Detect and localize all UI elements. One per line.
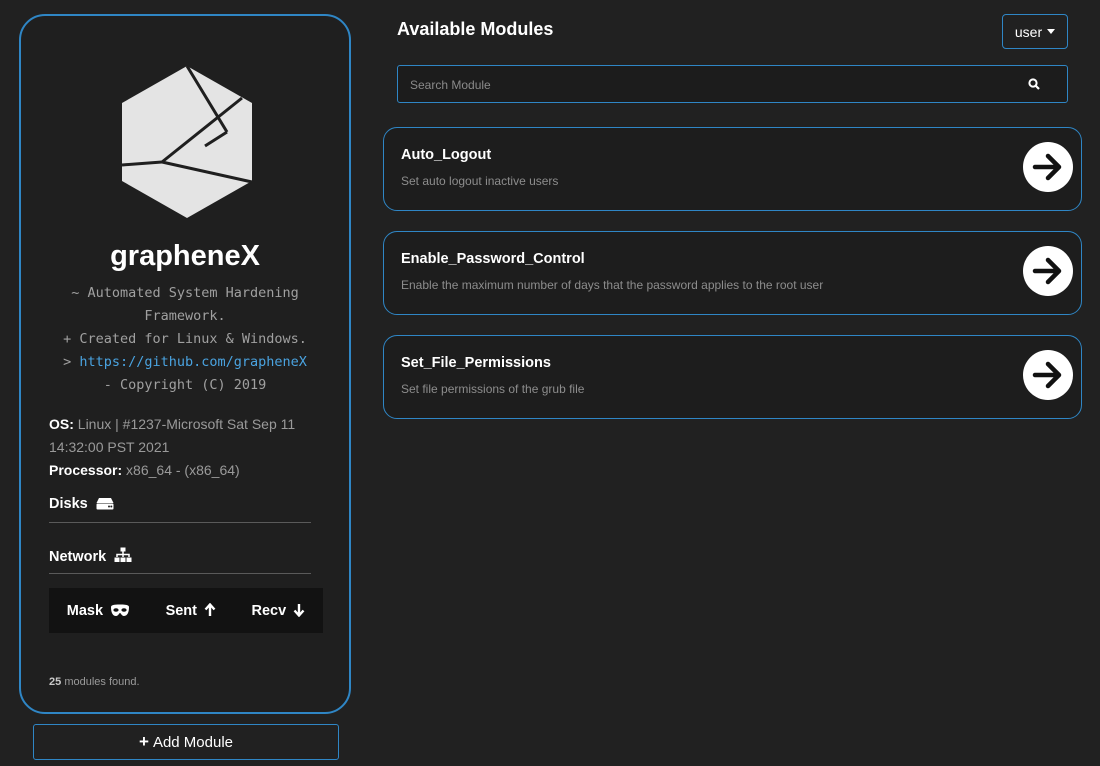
arrow-right-circle-icon[interactable] (1023, 142, 1073, 192)
processor-value: x86_64 - (x86_64) (126, 462, 240, 478)
sent-label: Sent (165, 602, 197, 619)
module-name: Auto_Logout (401, 147, 492, 163)
github-link[interactable]: https://github.com/grapheneX (79, 354, 307, 370)
hexagon-logo-icon (121, 65, 253, 218)
copyright-text: - Copyright (C) 2019 (103, 377, 267, 393)
search-icon[interactable] (1028, 78, 1040, 90)
module-name: Set_File_Permissions (401, 355, 551, 371)
module-description: Enable the maximum number of days that t… (401, 278, 824, 292)
arrow-down-icon (293, 603, 305, 617)
caret-down-icon (1047, 29, 1056, 34)
network-label: Network (49, 549, 107, 565)
tagline-prefix: > (63, 354, 72, 370)
os-label: OS: (49, 416, 74, 432)
arrow-right-circle-icon[interactable] (1023, 350, 1073, 400)
user-label: user (1014, 23, 1043, 40)
tagline-line: Framework. (144, 308, 226, 324)
tagline-line: + Created for Linux & Windows. (63, 331, 307, 347)
sent-column-header: Sent (165, 602, 216, 619)
network-icon (114, 547, 132, 562)
app-title: grapheneX (110, 240, 260, 272)
modules-count: 25 (49, 676, 62, 688)
os-value: Linux | #1237-Microsoft Sat Sep 11 14:32… (49, 416, 296, 455)
mask-label: Mask (66, 602, 104, 619)
mask-column-header: Mask (67, 603, 130, 619)
processor-label: Processor: (49, 462, 123, 478)
network-table-header: Mask Sent Recv (49, 588, 323, 633)
app-tagline: ~ Automated System Hardening Framework. … (41, 282, 329, 397)
modules-found-label: modules found. (64, 676, 140, 688)
add-module-button[interactable]: + Add Module (33, 724, 339, 760)
hdd-icon (96, 498, 114, 510)
recv-label: Recv (251, 602, 287, 619)
plus-icon: + (139, 732, 149, 751)
network-section-header: Network (49, 547, 311, 574)
add-module-label: Add Module (152, 733, 233, 751)
disks-label: Disks (49, 496, 88, 512)
system-info: OS: Linux | #1237-Microsoft Sat Sep 11 1… (49, 413, 319, 482)
module-card-set-file-permissions[interactable]: Set_File_Permissions Set file permission… (383, 335, 1082, 419)
system-info-panel: grapheneX ~ Automated System Hardening F… (19, 14, 351, 714)
module-name: Enable_Password_Control (401, 251, 585, 267)
module-description: Set file permissions of the grub file (401, 382, 585, 396)
search-input[interactable] (408, 74, 992, 96)
page-title: Available Modules (397, 19, 554, 39)
mask-icon (111, 604, 130, 616)
user-dropdown-button[interactable]: user (1002, 14, 1068, 49)
arrow-up-icon (204, 602, 216, 616)
arrow-right-circle-icon[interactable] (1023, 246, 1073, 296)
tagline-line: ~ Automated System Hardening (71, 285, 299, 301)
module-card-enable-password-control[interactable]: Enable_Password_Control Enable the maxim… (383, 231, 1082, 315)
modules-count-text: 25 modules found. (49, 676, 140, 688)
recv-column-header: Recv (252, 603, 306, 619)
module-card-auto-logout[interactable]: Auto_Logout Set auto logout inactive use… (383, 127, 1082, 211)
search-bar (397, 65, 1068, 103)
disks-section-header: Disks (49, 496, 311, 523)
module-description: Set auto logout inactive users (401, 174, 559, 188)
